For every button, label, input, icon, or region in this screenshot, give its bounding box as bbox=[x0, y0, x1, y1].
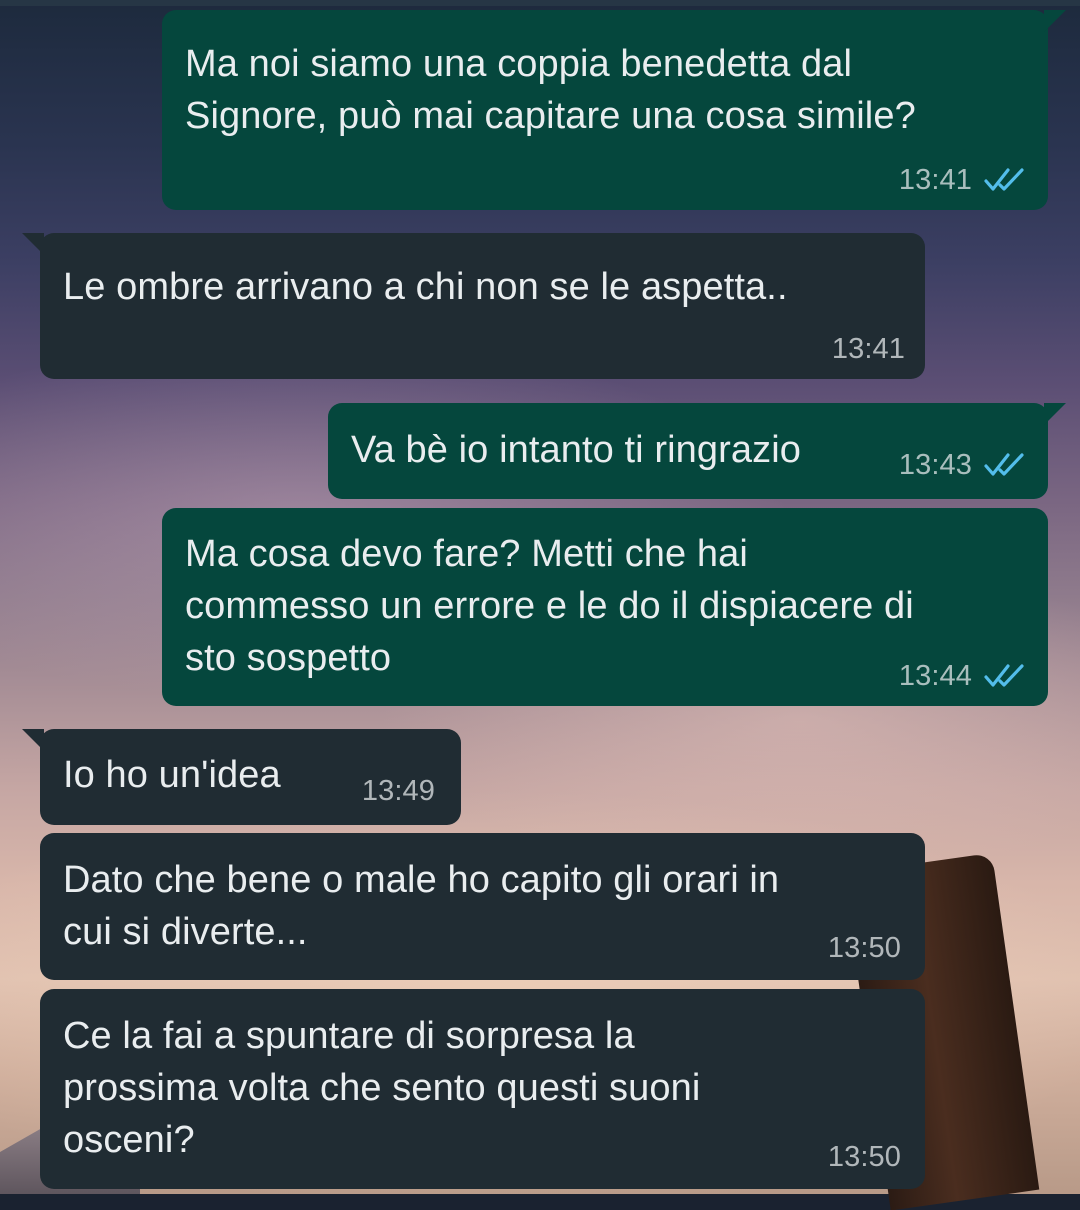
message-bubble-incoming[interactable]: Io ho un'idea 13:49 bbox=[22, 729, 461, 825]
message-bubble-outgoing[interactable]: Ma cosa devo fare? Metti che hai commess… bbox=[162, 508, 1048, 706]
message-time: 13:43 bbox=[898, 449, 972, 481]
message-text: Ma noi siamo una coppia benedetta dal Si… bbox=[185, 43, 916, 137]
message-bubble-incoming[interactable]: Dato che bene o male ho capito gli orari… bbox=[40, 833, 925, 980]
message-time: 13:41 bbox=[898, 164, 972, 196]
message-time: 13:50 bbox=[827, 932, 901, 964]
message-text: Le ombre arrivano a chi non se le aspett… bbox=[63, 266, 788, 308]
message-meta: 13:43 bbox=[899, 449, 1028, 481]
message-time: 13:44 bbox=[898, 660, 972, 692]
status-bar-edge bbox=[0, 0, 1080, 6]
double-check-icon bbox=[984, 168, 1024, 191]
message-meta: 13:41 bbox=[832, 333, 905, 365]
message-bubble-outgoing[interactable]: Ma noi siamo una coppia benedetta dal Si… bbox=[162, 10, 1066, 210]
message-text: Ce la fai a spuntare di sorpresa la pros… bbox=[63, 1015, 701, 1161]
message-bubble-incoming[interactable]: Le ombre arrivano a chi non se le aspett… bbox=[22, 233, 925, 379]
double-check-icon bbox=[984, 664, 1024, 687]
message-meta: 13:50 bbox=[828, 932, 901, 964]
message-text: Dato che bene o male ho capito gli orari… bbox=[63, 859, 780, 953]
message-bubble-incoming[interactable]: Ce la fai a spuntare di sorpresa la pros… bbox=[40, 989, 925, 1189]
message-meta: 13:41 bbox=[899, 164, 1028, 196]
message-time: 13:41 bbox=[831, 333, 905, 365]
message-meta: 13:49 bbox=[362, 775, 435, 807]
message-meta: 13:50 bbox=[828, 1141, 901, 1173]
message-meta: 13:44 bbox=[899, 660, 1028, 692]
double-check-icon bbox=[984, 453, 1024, 476]
message-time: 13:50 bbox=[827, 1141, 901, 1173]
message-bubble-outgoing[interactable]: Va bè io intanto ti ringrazio 13:43 bbox=[328, 403, 1066, 499]
message-time: 13:49 bbox=[361, 775, 435, 807]
